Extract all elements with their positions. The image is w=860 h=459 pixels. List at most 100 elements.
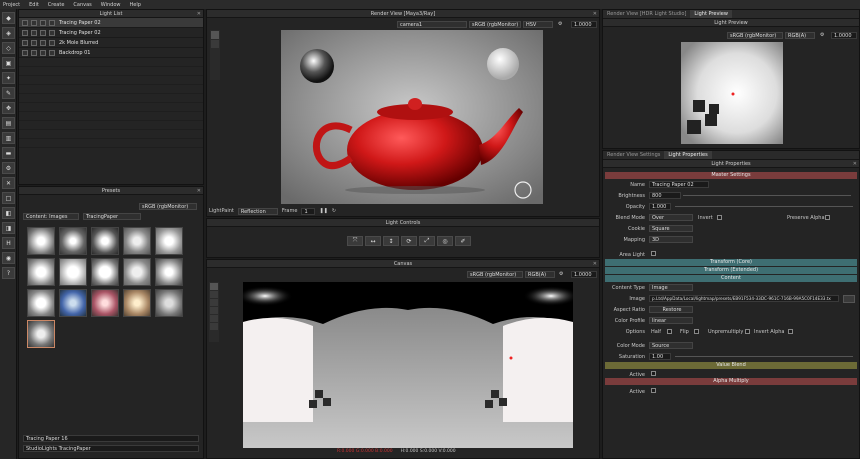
half-checkbox[interactable]: [667, 329, 672, 334]
invert-checkbox[interactable]: [717, 215, 722, 220]
zoom-tool-icon[interactable]: [210, 307, 218, 314]
preset-thumbnail[interactable]: [155, 258, 183, 286]
content-type-dropdown[interactable]: Image: [649, 284, 693, 291]
light-marker[interactable]: [731, 92, 735, 96]
section-content[interactable]: Content: [605, 275, 857, 282]
vertical-move-icon[interactable]: ↕: [383, 236, 399, 246]
list-item[interactable]: Backdrop 01: [19, 48, 203, 58]
rotate-icon[interactable]: ⟳: [401, 236, 417, 246]
preset-thumbnail[interactable]: [91, 289, 119, 317]
scale-icon[interactable]: ⤢: [419, 236, 435, 246]
light-icon[interactable]: ◈: [2, 27, 15, 39]
menu-help[interactable]: Help: [130, 2, 141, 8]
category-dropdown[interactable]: TracingPaper: [83, 213, 141, 220]
close-icon[interactable]: ✕: [853, 160, 857, 168]
group-icon[interactable]: ▣: [2, 57, 15, 69]
target-icon[interactable]: ◎: [437, 236, 453, 246]
preset-thumbnail[interactable]: [59, 227, 87, 255]
lock-checkbox[interactable]: [40, 29, 46, 36]
opacity-field[interactable]: 1.000: [649, 203, 671, 210]
move-tool-icon[interactable]: [210, 283, 218, 290]
menu-project[interactable]: Project: [3, 2, 20, 8]
help-icon[interactable]: ?: [2, 267, 15, 279]
saturation-field[interactable]: 1.00: [649, 353, 671, 360]
square-icon[interactable]: □: [2, 192, 15, 204]
opacity-slider[interactable]: [675, 206, 853, 207]
image-path-field[interactable]: p.Ltd/AppData/Local/lightmap/presets/EB9…: [649, 295, 839, 302]
list-item[interactable]: Tracing Paper 02: [19, 28, 203, 38]
close-icon[interactable]: ✕: [197, 187, 201, 195]
exposure-field[interactable]: 1.0000: [831, 32, 857, 39]
color-space-dropdown[interactable]: sRGB (rgbMonitor): [469, 21, 521, 28]
preset-thumbnail[interactable]: [123, 227, 151, 255]
light-marker[interactable]: [509, 356, 513, 360]
tab-render-view-hdr[interactable]: Render View [HDR Light Studio]: [603, 10, 690, 18]
visibility-checkbox[interactable]: [22, 19, 28, 26]
cookie-dropdown[interactable]: Square: [649, 225, 693, 232]
section-master-settings[interactable]: Master Settings: [605, 172, 857, 179]
tab-light-properties[interactable]: Light Properties: [664, 151, 712, 159]
visibility-checkbox[interactable]: [22, 39, 28, 46]
content-dropdown[interactable]: Content: Images: [23, 213, 79, 220]
area-light-icon[interactable]: ◇: [2, 42, 15, 54]
solo-checkbox[interactable]: [31, 29, 37, 36]
settings-icon[interactable]: ✦: [2, 72, 15, 84]
paint-icon[interactable]: ◧: [2, 207, 15, 219]
visibility-checkbox[interactable]: [22, 29, 28, 36]
color-space-dropdown[interactable]: sRGB (rgbMonitor): [139, 203, 197, 210]
lock-checkbox[interactable]: [40, 49, 46, 56]
menu-create[interactable]: Create: [48, 2, 65, 8]
erase-icon[interactable]: ◨: [2, 222, 15, 234]
solo-checkbox[interactable]: [31, 49, 37, 56]
color-space-dropdown[interactable]: sRGB (rgbMonitor): [727, 32, 783, 39]
brightness-field[interactable]: 800: [649, 192, 681, 199]
fit-tool-icon[interactable]: [210, 323, 218, 330]
bar-icon[interactable]: ▬: [2, 147, 15, 159]
close-icon[interactable]: ✕: [2, 177, 15, 189]
visibility-checkbox[interactable]: [22, 49, 28, 56]
menu-canvas[interactable]: Canvas: [73, 2, 91, 8]
channel-dropdown[interactable]: RGB(A): [785, 32, 815, 39]
menu-edit[interactable]: Edit: [29, 2, 39, 8]
preset-thumbnail[interactable]: [123, 258, 151, 286]
lock-checkbox[interactable]: [40, 19, 46, 26]
color-mode-dropdown[interactable]: Source: [649, 342, 693, 349]
exposure-field[interactable]: 1.0000: [571, 271, 597, 278]
gear-icon[interactable]: ⚙: [2, 162, 15, 174]
solo-checkbox[interactable]: [31, 39, 37, 46]
menu-window[interactable]: Window: [101, 2, 121, 8]
pan-tool-icon[interactable]: [210, 299, 218, 306]
gear-icon[interactable]: ⚙: [820, 32, 824, 38]
lock-checkbox[interactable]: [40, 39, 46, 46]
pick-icon[interactable]: ✐: [455, 236, 471, 246]
close-icon[interactable]: ✕: [197, 10, 201, 18]
layer-icon[interactable]: ▥: [2, 132, 15, 144]
frame-tool-icon[interactable]: [210, 315, 218, 322]
exposure-field[interactable]: 1.0000: [571, 21, 597, 28]
channel-dropdown[interactable]: RGB(A): [525, 271, 555, 278]
mode-dropdown[interactable]: HSV: [523, 21, 553, 28]
preset-thumbnail[interactable]: [91, 258, 119, 286]
unpremultiply-checkbox[interactable]: [745, 329, 750, 334]
mapping-dropdown[interactable]: 3D: [649, 236, 693, 243]
list-item[interactable]: 2k Mole Blurred: [19, 38, 203, 48]
blend-mode-dropdown[interactable]: Over: [649, 214, 693, 221]
brush-icon[interactable]: ✎: [2, 87, 15, 99]
preset-thumbnail[interactable]: [27, 289, 55, 317]
preset-thumbnail[interactable]: [27, 227, 55, 255]
lightpaint-dropdown[interactable]: Reflection: [237, 207, 278, 215]
section-transform-extended[interactable]: Transform (Extended): [605, 267, 857, 274]
preset-thumbnail[interactable]: [155, 289, 183, 317]
paint-tool-icon[interactable]: [211, 31, 219, 39]
add-light-icon[interactable]: ◆: [2, 12, 15, 24]
tab-render-view-settings[interactable]: Render View Settings: [603, 151, 664, 159]
close-icon[interactable]: ✕: [593, 260, 597, 268]
horizontal-move-icon[interactable]: ↔: [365, 236, 381, 246]
color-profile-dropdown[interactable]: linear: [649, 317, 693, 324]
frame-field[interactable]: 1: [301, 207, 316, 215]
preset-thumbnail[interactable]: [123, 289, 151, 317]
hdr-icon[interactable]: H: [2, 237, 15, 249]
list-item[interactable]: Tracing Paper 02: [19, 18, 203, 28]
value-blend-active-checkbox[interactable]: [651, 371, 656, 376]
refresh-icon[interactable]: ↻: [332, 208, 336, 214]
